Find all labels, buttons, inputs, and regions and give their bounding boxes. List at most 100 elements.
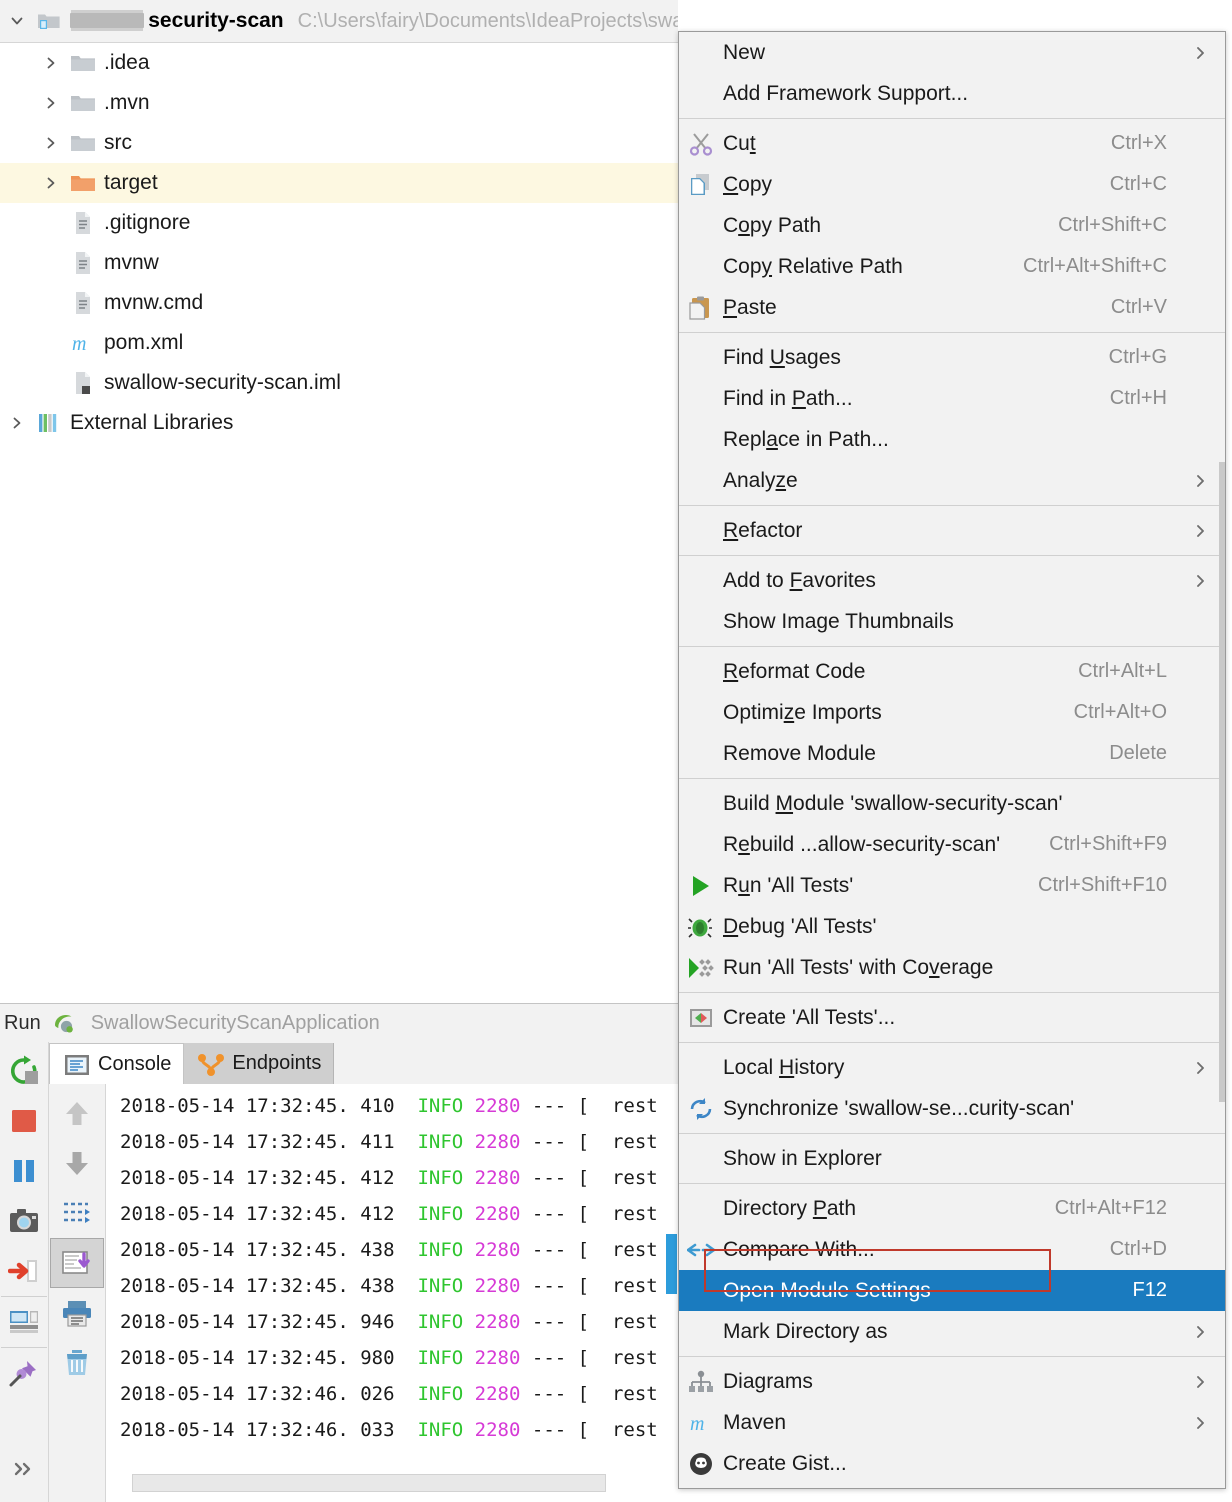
- menu-item-local-history[interactable]: Local History: [679, 1047, 1225, 1088]
- scrollbar-thumb-menu[interactable]: [1219, 462, 1225, 1102]
- scrollbar-thumb-horizontal[interactable]: [132, 1474, 606, 1492]
- menu-item-add-framework-support[interactable]: Add Framework Support...: [679, 73, 1225, 114]
- clear-all-icon[interactable]: [50, 1338, 104, 1388]
- down-arrow-icon[interactable]: [50, 1138, 104, 1188]
- menu-item-paste[interactable]: Paste Ctrl+V: [679, 287, 1225, 328]
- menu-item-run-all-tests-with-coverage[interactable]: Run 'All Tests' with Coverage: [679, 947, 1225, 988]
- console-toolbar[interactable]: [49, 1084, 106, 1502]
- menu-item-synchronize-swallow-se-curity-scan[interactable]: Synchronize 'swallow-se...curity-scan': [679, 1088, 1225, 1129]
- tree-item-label: External Libraries: [70, 411, 234, 434]
- tree-item-mvnw-cmd[interactable]: mvnw.cmd: [0, 283, 678, 323]
- menu-item-shortcut: Ctrl+Shift+F9: [1049, 833, 1167, 855]
- log-pid: 2280: [474, 1275, 521, 1297]
- menu-item-refactor[interactable]: Refactor: [679, 510, 1225, 551]
- tab-endpoints[interactable]: Endpoints: [184, 1043, 335, 1084]
- pin-tab-icon[interactable]: [1, 1347, 47, 1398]
- log-level: INFO: [417, 1203, 464, 1225]
- run-tool-window[interactable]: Run SwallowSecurityScanApplication Conso…: [0, 1003, 678, 1502]
- menu-item-mark-directory-as[interactable]: Mark Directory as: [679, 1311, 1225, 1352]
- menu-item-copy-relative-path[interactable]: Copy Relative Path Ctrl+Alt+Shift+C: [679, 246, 1225, 287]
- console-log-line: 2018-05-14 17:32:46. 033 INFO 2280 --- […: [106, 1412, 678, 1448]
- menu-item-label: New: [723, 40, 766, 64]
- console-horizontal-scrollbar[interactable]: [132, 1474, 606, 1492]
- menu-item-label: Mark Directory as: [723, 1319, 888, 1343]
- project-tool-window[interactable]: security-scan C:\Users\fairy\Documents\I…: [0, 0, 678, 1003]
- menu-item-show-image-thumbnails[interactable]: Show Image Thumbnails: [679, 601, 1225, 642]
- menu-item-open-module-settings[interactable]: Open Module Settings F12: [679, 1270, 1225, 1311]
- console-vertical-scrollbar[interactable]: [664, 1084, 678, 1502]
- print-icon[interactable]: [50, 1288, 104, 1338]
- chevron-right-icon[interactable]: [0, 415, 34, 431]
- menu-item-run-all-tests[interactable]: Run 'All Tests' Ctrl+Shift+F10: [679, 865, 1225, 906]
- tree-item-src[interactable]: src: [0, 123, 678, 163]
- menu-item-label: Copy Path: [723, 213, 822, 237]
- menu-item-diagrams[interactable]: Diagrams: [679, 1361, 1225, 1402]
- tree-item-swallow-security-scan-iml[interactable]: swallow-security-scan.iml: [0, 363, 678, 403]
- tree-item-idea[interactable]: .idea: [0, 43, 678, 83]
- menu-item-find-in-path[interactable]: Find in Path... Ctrl+H: [679, 378, 1225, 419]
- tab-console[interactable]: Console: [49, 1043, 185, 1085]
- copy-icon: [679, 173, 723, 197]
- menu-item-label: Create Gist...: [723, 1451, 847, 1475]
- menu-item-remove-module[interactable]: Remove Module Delete: [679, 733, 1225, 774]
- tree-item-mvnw[interactable]: mvnw: [0, 243, 678, 283]
- log-level: INFO: [417, 1311, 464, 1333]
- tree-item-label: target: [104, 171, 158, 194]
- chevron-right-icon[interactable]: [34, 175, 68, 191]
- menu-item-new[interactable]: New: [679, 32, 1225, 73]
- menu-item-add-to-favorites[interactable]: Add to Favorites: [679, 560, 1225, 601]
- run-left-toolbar[interactable]: [0, 1042, 49, 1502]
- menu-item-copy-path[interactable]: Copy Path Ctrl+Shift+C: [679, 205, 1225, 246]
- project-root-row[interactable]: security-scan C:\Users\fairy\Documents\I…: [0, 0, 678, 43]
- layout-settings-icon[interactable]: [1, 1296, 47, 1347]
- rerun-icon[interactable]: [1, 1046, 47, 1096]
- menu-item-debug-all-tests[interactable]: Debug 'All Tests': [679, 906, 1225, 947]
- tree-item-gitignore[interactable]: .gitignore: [0, 203, 678, 243]
- tree-item-mvn[interactable]: .mvn: [0, 83, 678, 123]
- chevron-right-icon[interactable]: [34, 55, 68, 71]
- menu-item-analyze[interactable]: Analyze: [679, 460, 1225, 501]
- menu-item-find-usages[interactable]: Find Usages Ctrl+G: [679, 337, 1225, 378]
- menu-item-maven[interactable]: m Maven: [679, 1402, 1225, 1443]
- maven-icon: m: [68, 331, 98, 355]
- file-text-icon: [68, 211, 98, 235]
- menu-item-directory-path[interactable]: Directory Path Ctrl+Alt+F12: [679, 1188, 1225, 1229]
- scrollbar-thumb[interactable]: [666, 1234, 677, 1294]
- menu-item-create-gist[interactable]: Create Gist...: [679, 1443, 1225, 1484]
- menu-scrollbar[interactable]: [1219, 32, 1225, 1488]
- tree-item-target[interactable]: target: [0, 163, 678, 203]
- expand-more-icon[interactable]: [1, 1444, 47, 1494]
- chevron-right-icon[interactable]: [34, 135, 68, 151]
- scroll-to-end-icon[interactable]: [50, 1238, 104, 1288]
- menu-item-optimize-imports[interactable]: Optimize Imports Ctrl+Alt+O: [679, 692, 1225, 733]
- tree-item-pom-xml[interactable]: m pom.xml: [0, 323, 678, 363]
- stop-icon[interactable]: [1, 1096, 47, 1146]
- menu-item-cut[interactable]: Cut Ctrl+X: [679, 123, 1225, 164]
- console-tabs[interactable]: Console Endpoints: [49, 1042, 678, 1085]
- menu-item-compare-with[interactable]: Compare With... Ctrl+D: [679, 1229, 1225, 1270]
- log-timestamp: 2018-05-14 17:32:45. 410: [120, 1095, 395, 1117]
- folder-icon: [68, 53, 98, 74]
- menu-item-reformat-code[interactable]: Reformat Code Ctrl+Alt+L: [679, 651, 1225, 692]
- tree-item-external-libraries[interactable]: External Libraries: [0, 403, 678, 443]
- menu-item-show-in-explorer[interactable]: Show in Explorer: [679, 1138, 1225, 1179]
- menu-item-copy[interactable]: Copy Ctrl+C: [679, 164, 1225, 205]
- soft-wrap-icon[interactable]: [50, 1188, 104, 1238]
- thread-dump-icon[interactable]: [1, 1196, 47, 1246]
- log-level: INFO: [417, 1419, 464, 1441]
- context-menu[interactable]: New Add Framework Support... Cut Ctrl+X Copy…: [678, 31, 1226, 1489]
- menu-item-label: Compare With...: [723, 1237, 875, 1261]
- pause-icon[interactable]: [1, 1146, 47, 1196]
- up-arrow-icon[interactable]: [50, 1088, 104, 1138]
- menu-item-build-module-swallow-security-scan[interactable]: Build Module 'swallow-security-scan': [679, 783, 1225, 824]
- exit-icon[interactable]: [1, 1246, 47, 1296]
- menu-item-label: Paste: [723, 295, 777, 319]
- menu-item-rebuild-allow-security-scan[interactable]: Rebuild ...allow-security-scan' Ctrl+Shif…: [679, 824, 1225, 865]
- menu-item-label: Add Framework Support...: [723, 81, 969, 105]
- menu-item-replace-in-path[interactable]: Replace in Path...: [679, 419, 1225, 460]
- chevron-right-icon[interactable]: [34, 95, 68, 111]
- console-log-output[interactable]: 2018-05-14 17:32:45. 410 INFO 2280 --- […: [106, 1084, 678, 1502]
- menu-item-create-all-tests[interactable]: Create 'All Tests'...: [679, 997, 1225, 1038]
- log-timestamp: 2018-05-14 17:32:46. 033: [120, 1419, 395, 1441]
- chevron-down-icon[interactable]: [0, 13, 34, 29]
